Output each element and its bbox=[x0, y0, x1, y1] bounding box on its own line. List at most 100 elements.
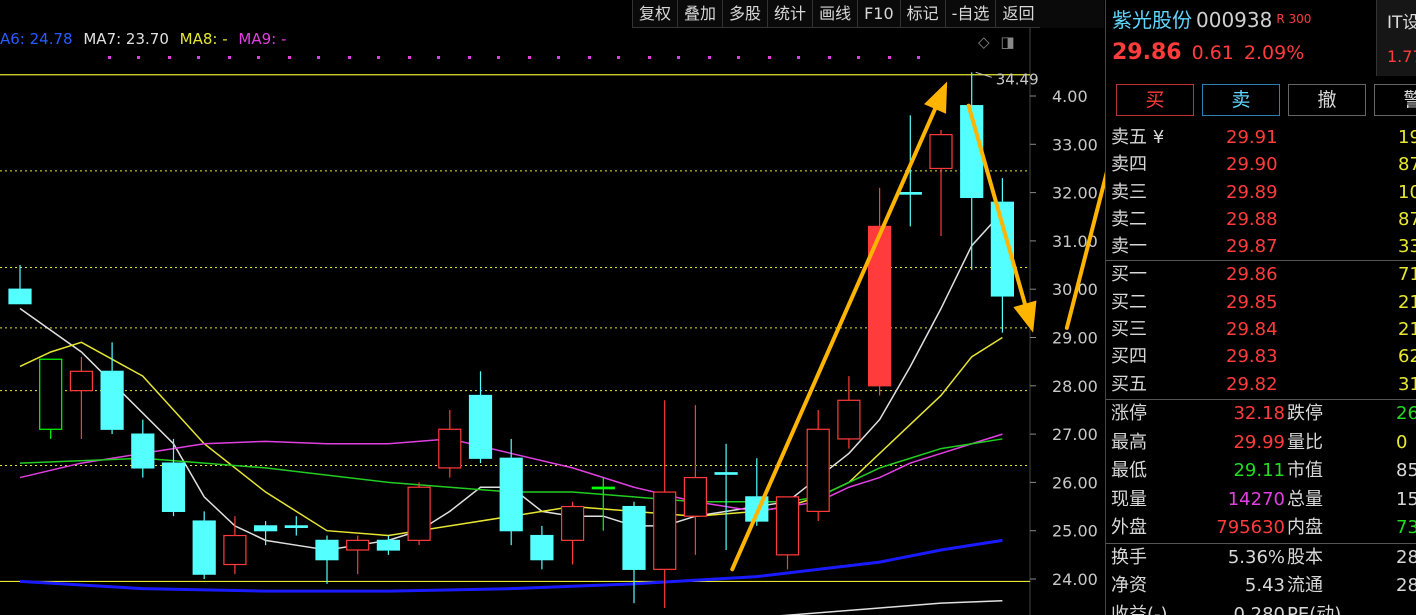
stock-header: 紫光股份 000938 R 300 bbox=[1112, 4, 1311, 33]
arrow-head bbox=[924, 81, 948, 114]
stat-label: 涨停 bbox=[1111, 403, 1147, 424]
bid-row-2[interactable]: 买三 29.84 214 bbox=[1106, 316, 1416, 343]
candle-body bbox=[315, 539, 339, 561]
candle-body bbox=[8, 288, 32, 305]
stat-value: 14270 bbox=[1227, 488, 1285, 510]
candle-body bbox=[622, 505, 646, 570]
toolbar-button-8[interactable]: 返回 bbox=[995, 0, 1041, 28]
toolbar-button-0[interactable]: 复权 bbox=[632, 0, 678, 28]
ask-row-4[interactable]: 卖一 29.87 337 bbox=[1106, 233, 1416, 260]
panel-toggle-icon[interactable]: ◨ bbox=[1000, 33, 1014, 51]
ma-dot bbox=[797, 56, 800, 59]
stat-label: PE(动) bbox=[1287, 603, 1342, 615]
bid-price: 29.83 bbox=[1226, 346, 1278, 368]
ma-dot bbox=[408, 56, 411, 59]
bid-row-4[interactable]: 买五 29.82 31 bbox=[1106, 371, 1416, 398]
alert-button[interactable]: 警 bbox=[1374, 84, 1416, 116]
bid-row-1[interactable]: 买二 29.85 214 bbox=[1106, 289, 1416, 316]
bid-row-3[interactable]: 买四 29.83 62 bbox=[1106, 343, 1416, 370]
bid-name: 买四 bbox=[1111, 346, 1147, 368]
y-tick-label: 4.00 bbox=[1052, 87, 1088, 106]
stat-value: 854 bbox=[1396, 460, 1416, 481]
order-book: 卖五 ¥ 29.91 195 卖四 29.90 874 卖三 29.89 107 卖二 29.88 8… bbox=[1106, 124, 1416, 398]
candle-body bbox=[407, 486, 431, 541]
stat-value: 795630 bbox=[1216, 517, 1285, 538]
bid-price: 29.84 bbox=[1226, 319, 1278, 341]
toolbar-button-2[interactable]: 多股 bbox=[722, 0, 768, 28]
quote-stats: 涨停 32.18跌停 26 最高 29.99量比 0 最低 29.11市值 854 现量 14270… bbox=[1106, 399, 1416, 615]
stat-value: 28 bbox=[1396, 546, 1416, 568]
y-tick-label: 28.00 bbox=[1052, 377, 1098, 396]
candle-body bbox=[223, 534, 247, 566]
sector-box[interactable]: IT设 1.77 bbox=[1376, 0, 1416, 76]
price-line: 29.86 0.61 2.09% bbox=[1112, 40, 1304, 65]
quote-panel: 紫光股份000938R 300 IT设 1.77 29.860.612.09% … bbox=[1105, 0, 1416, 615]
ask-vol: 87 bbox=[1398, 208, 1416, 230]
ma9-label: MA9: - bbox=[238, 30, 287, 48]
buy-button[interactable]: 买 bbox=[1116, 84, 1194, 116]
ask-price: 29.89 bbox=[1226, 181, 1278, 203]
candle-body bbox=[376, 539, 400, 551]
trade-buttons: 买 卖 撤 警 bbox=[1116, 84, 1416, 116]
stat-label: 净资 bbox=[1111, 575, 1147, 596]
kline-chart[interactable]: 24.0025.0026.0027.0028.0029.0030.0031.00… bbox=[0, 0, 1105, 615]
y-tick-label: 24.00 bbox=[1052, 570, 1098, 589]
toolbar-button-1[interactable]: 叠加 bbox=[677, 0, 723, 28]
y-tick-label: 27.00 bbox=[1052, 425, 1098, 444]
toolbar-button-7[interactable]: -自选 bbox=[944, 0, 996, 28]
cancel-order-button[interactable]: 撤 bbox=[1288, 84, 1366, 116]
stat-row: 收益(-) 0.280 PE(动) bbox=[1106, 601, 1416, 615]
bid-vol: 716 bbox=[1398, 264, 1416, 286]
ma-dot bbox=[137, 56, 140, 59]
stat-label: 股本 bbox=[1287, 546, 1323, 568]
ma-dot bbox=[437, 56, 440, 59]
candle-body bbox=[346, 539, 370, 551]
bid-row-0[interactable]: 买一 29.86 716 bbox=[1106, 261, 1416, 288]
ma-dot bbox=[588, 56, 591, 59]
ask-vol: 337 bbox=[1398, 236, 1416, 258]
bid-vol: 62 bbox=[1398, 346, 1416, 368]
toolbar-button-4[interactable]: 画线 bbox=[812, 0, 858, 28]
ask-row-2[interactable]: 卖三 29.89 107 bbox=[1106, 179, 1416, 206]
ask-vol: 195 bbox=[1398, 127, 1416, 148]
y-tick-label: 25.00 bbox=[1052, 522, 1098, 541]
toolbar-button-6[interactable]: 标记 bbox=[899, 0, 945, 28]
ask-price: 29.91 bbox=[1226, 127, 1278, 148]
stat-label: 内盘 bbox=[1287, 517, 1323, 538]
stat-value: 28 bbox=[1396, 575, 1416, 596]
candle-body bbox=[591, 486, 615, 490]
high-annotation: 34.49 bbox=[996, 70, 1039, 88]
toolbar-button-5[interactable]: F10 bbox=[857, 0, 900, 28]
bid-price: 29.85 bbox=[1226, 291, 1278, 313]
ma-line bbox=[19, 538, 1003, 593]
bid-name: 买二 bbox=[1111, 291, 1147, 313]
stock-name[interactable]: 紫光股份 bbox=[1112, 8, 1192, 32]
candle-body bbox=[683, 476, 708, 517]
stat-label: 现量 bbox=[1111, 488, 1147, 510]
sell-button[interactable]: 卖 bbox=[1202, 84, 1280, 116]
diamond-icon[interactable]: ◇ bbox=[978, 33, 990, 51]
price-change: 0.61 bbox=[1191, 42, 1234, 64]
candle-body bbox=[131, 433, 155, 469]
ask-row-1[interactable]: 卖四 29.90 874 bbox=[1106, 151, 1416, 178]
candle-body bbox=[161, 462, 186, 512]
stat-row: 最低 29.11市值 854 bbox=[1106, 457, 1416, 486]
sector-value: 1.77 bbox=[1387, 47, 1416, 66]
stat-row: 最高 29.99 量比 0 bbox=[1106, 429, 1416, 458]
bid-vol: 214 bbox=[1398, 291, 1416, 313]
stat-value: 5.36% bbox=[1227, 546, 1285, 568]
ma-legend: A6: 24.78 MA7: 23.70 MA8: - MA9: - bbox=[0, 30, 292, 52]
stat-row: 现量 14270总量 153 bbox=[1106, 486, 1416, 515]
candle-body bbox=[898, 192, 922, 195]
ask-row-0[interactable]: 卖五 ¥ 29.91 195 bbox=[1106, 124, 1416, 151]
stat-label: 流通 bbox=[1287, 575, 1323, 596]
toolbar-button-3[interactable]: 统计 bbox=[767, 0, 813, 28]
ask-name: 卖五 ¥ bbox=[1111, 127, 1165, 148]
bid-price: 29.86 bbox=[1226, 264, 1278, 286]
y-tick-label: 29.00 bbox=[1052, 329, 1098, 348]
ma-dot bbox=[857, 56, 860, 59]
candle-body bbox=[714, 472, 738, 475]
ask-name: 卖三 bbox=[1111, 181, 1147, 203]
bid-name: 买三 bbox=[1111, 319, 1147, 341]
ask-row-3[interactable]: 卖二 29.88 87 bbox=[1106, 206, 1416, 233]
